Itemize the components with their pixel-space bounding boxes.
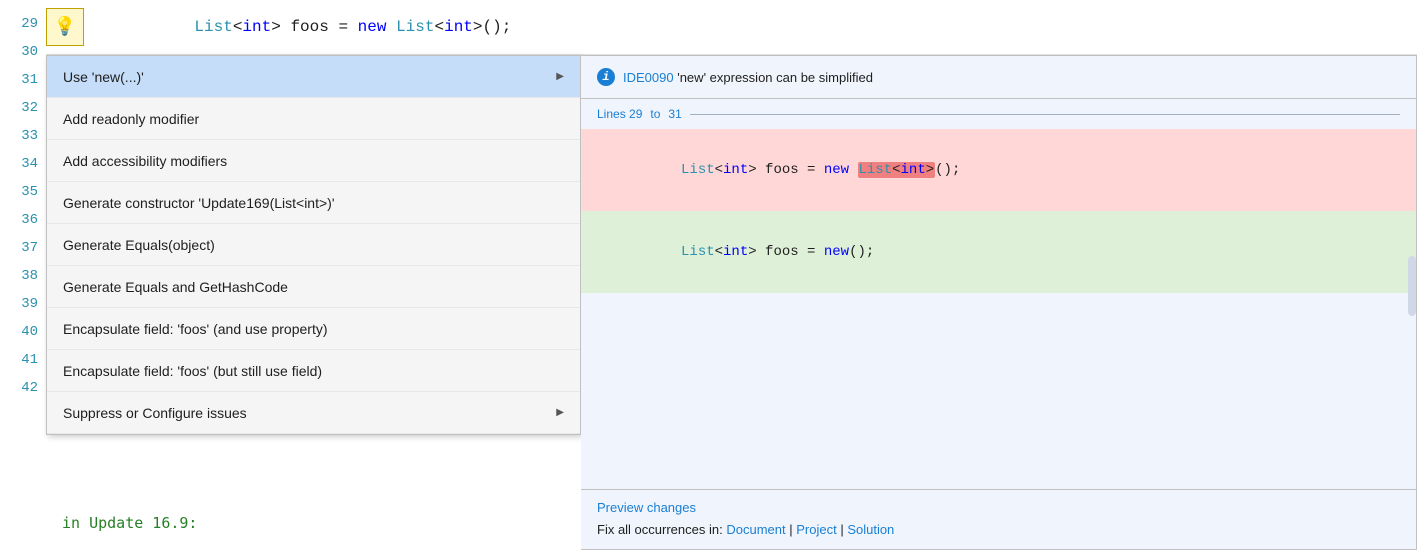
code-id: IDE0090 (623, 70, 674, 85)
submenu-arrow-icon: ▶ (556, 56, 564, 98)
menu-item-label: Encapsulate field: 'foos' (but still use… (63, 350, 322, 392)
context-menu: Use 'new(...)' ▶ Add readonly modifier A… (46, 55, 581, 435)
line-number: 34 (0, 150, 46, 178)
line-number: 40 (0, 318, 46, 346)
scroll-indicator[interactable] (1408, 256, 1416, 316)
line-number: 31 (0, 66, 46, 94)
menu-item-generate-constructor[interactable]: Generate constructor 'Update169(List<int… (47, 182, 580, 224)
line-number: 33 (0, 122, 46, 150)
lines-range-label: Lines 29 to 31 (581, 99, 1416, 125)
menu-item-use-new[interactable]: Use 'new(...)' ▶ (47, 56, 580, 98)
line-number: 32 (0, 94, 46, 122)
line-number: 42 (0, 374, 46, 402)
menu-item-label: Generate constructor 'Update169(List<int… (63, 182, 335, 224)
lightbulb-icon: 💡 (54, 16, 76, 38)
menu-item-label: Add readonly modifier (63, 98, 199, 140)
top-code-text: List<int> foos = new List<int>(); (106, 18, 511, 36)
menu-item-label: Use 'new(...)' (63, 56, 144, 98)
menu-item-label: Suppress or Configure issues (63, 392, 247, 434)
fix-project-link[interactable]: Project (796, 522, 836, 537)
line-number: 30 (0, 38, 46, 66)
lightbulb-button[interactable]: 💡 (46, 8, 84, 46)
preview-message: IDE0090 'new' expression can be simplifi… (623, 70, 873, 85)
line-number: 38 (0, 262, 46, 290)
preview-footer: Preview changes Fix all occurrences in: … (581, 489, 1416, 549)
menu-item-label: Encapsulate field: 'foos' (and use prope… (63, 308, 328, 350)
menu-item-label: Add accessibility modifiers (63, 140, 227, 182)
preview-header: i IDE0090 'new' expression can be simpli… (581, 56, 1416, 99)
info-icon: i (597, 68, 615, 86)
fix-solution-link[interactable]: Solution (847, 522, 894, 537)
menu-item-suppress-configure[interactable]: Suppress or Configure issues ▶ (47, 392, 580, 434)
line-number: 41 (0, 346, 46, 374)
submenu-arrow-icon-2: ▶ (556, 392, 564, 434)
fix-document-link[interactable]: Document (726, 522, 785, 537)
line-number: 37 (0, 234, 46, 262)
code-preview-area: List<int> foos = new List<int>(); List<i… (581, 125, 1416, 297)
preview-panel: i IDE0090 'new' expression can be simpli… (581, 55, 1417, 550)
code-top-line: List<int> foos = new List<int>(); (46, 0, 1417, 55)
menu-item-encapsulate-still-field[interactable]: Encapsulate field: 'foos' (but still use… (47, 350, 580, 392)
menu-item-add-accessibility[interactable]: Add accessibility modifiers (47, 140, 580, 182)
menu-item-encapsulate-and-property[interactable]: Encapsulate field: 'foos' (and use prope… (47, 308, 580, 350)
added-code-line: List<int> foos = new(); (581, 211, 1416, 293)
line-number: 39 (0, 290, 46, 318)
line-number: 29 (0, 10, 46, 38)
line-numbers-column: 29 30 31 32 33 34 35 36 37 38 39 40 41 4… (0, 0, 46, 550)
menu-item-label: Generate Equals and GetHashCode (63, 266, 288, 308)
line-number: 35 (0, 178, 46, 206)
menu-item-generate-equals[interactable]: Generate Equals(object) (47, 224, 580, 266)
menu-item-label: Generate Equals(object) (63, 224, 215, 266)
fix-all-text: Fix all occurrences in: Document | Proje… (597, 522, 894, 537)
line-number: 36 (0, 206, 46, 234)
bottom-code-text: in Update 16.9: (62, 514, 197, 532)
menu-item-generate-equals-hashcode[interactable]: Generate Equals and GetHashCode (47, 266, 580, 308)
removed-code-line: List<int> foos = new List<int>(); (581, 129, 1416, 211)
menu-item-add-readonly[interactable]: Add readonly modifier (47, 98, 580, 140)
preview-changes-link[interactable]: Preview changes (597, 500, 1400, 515)
